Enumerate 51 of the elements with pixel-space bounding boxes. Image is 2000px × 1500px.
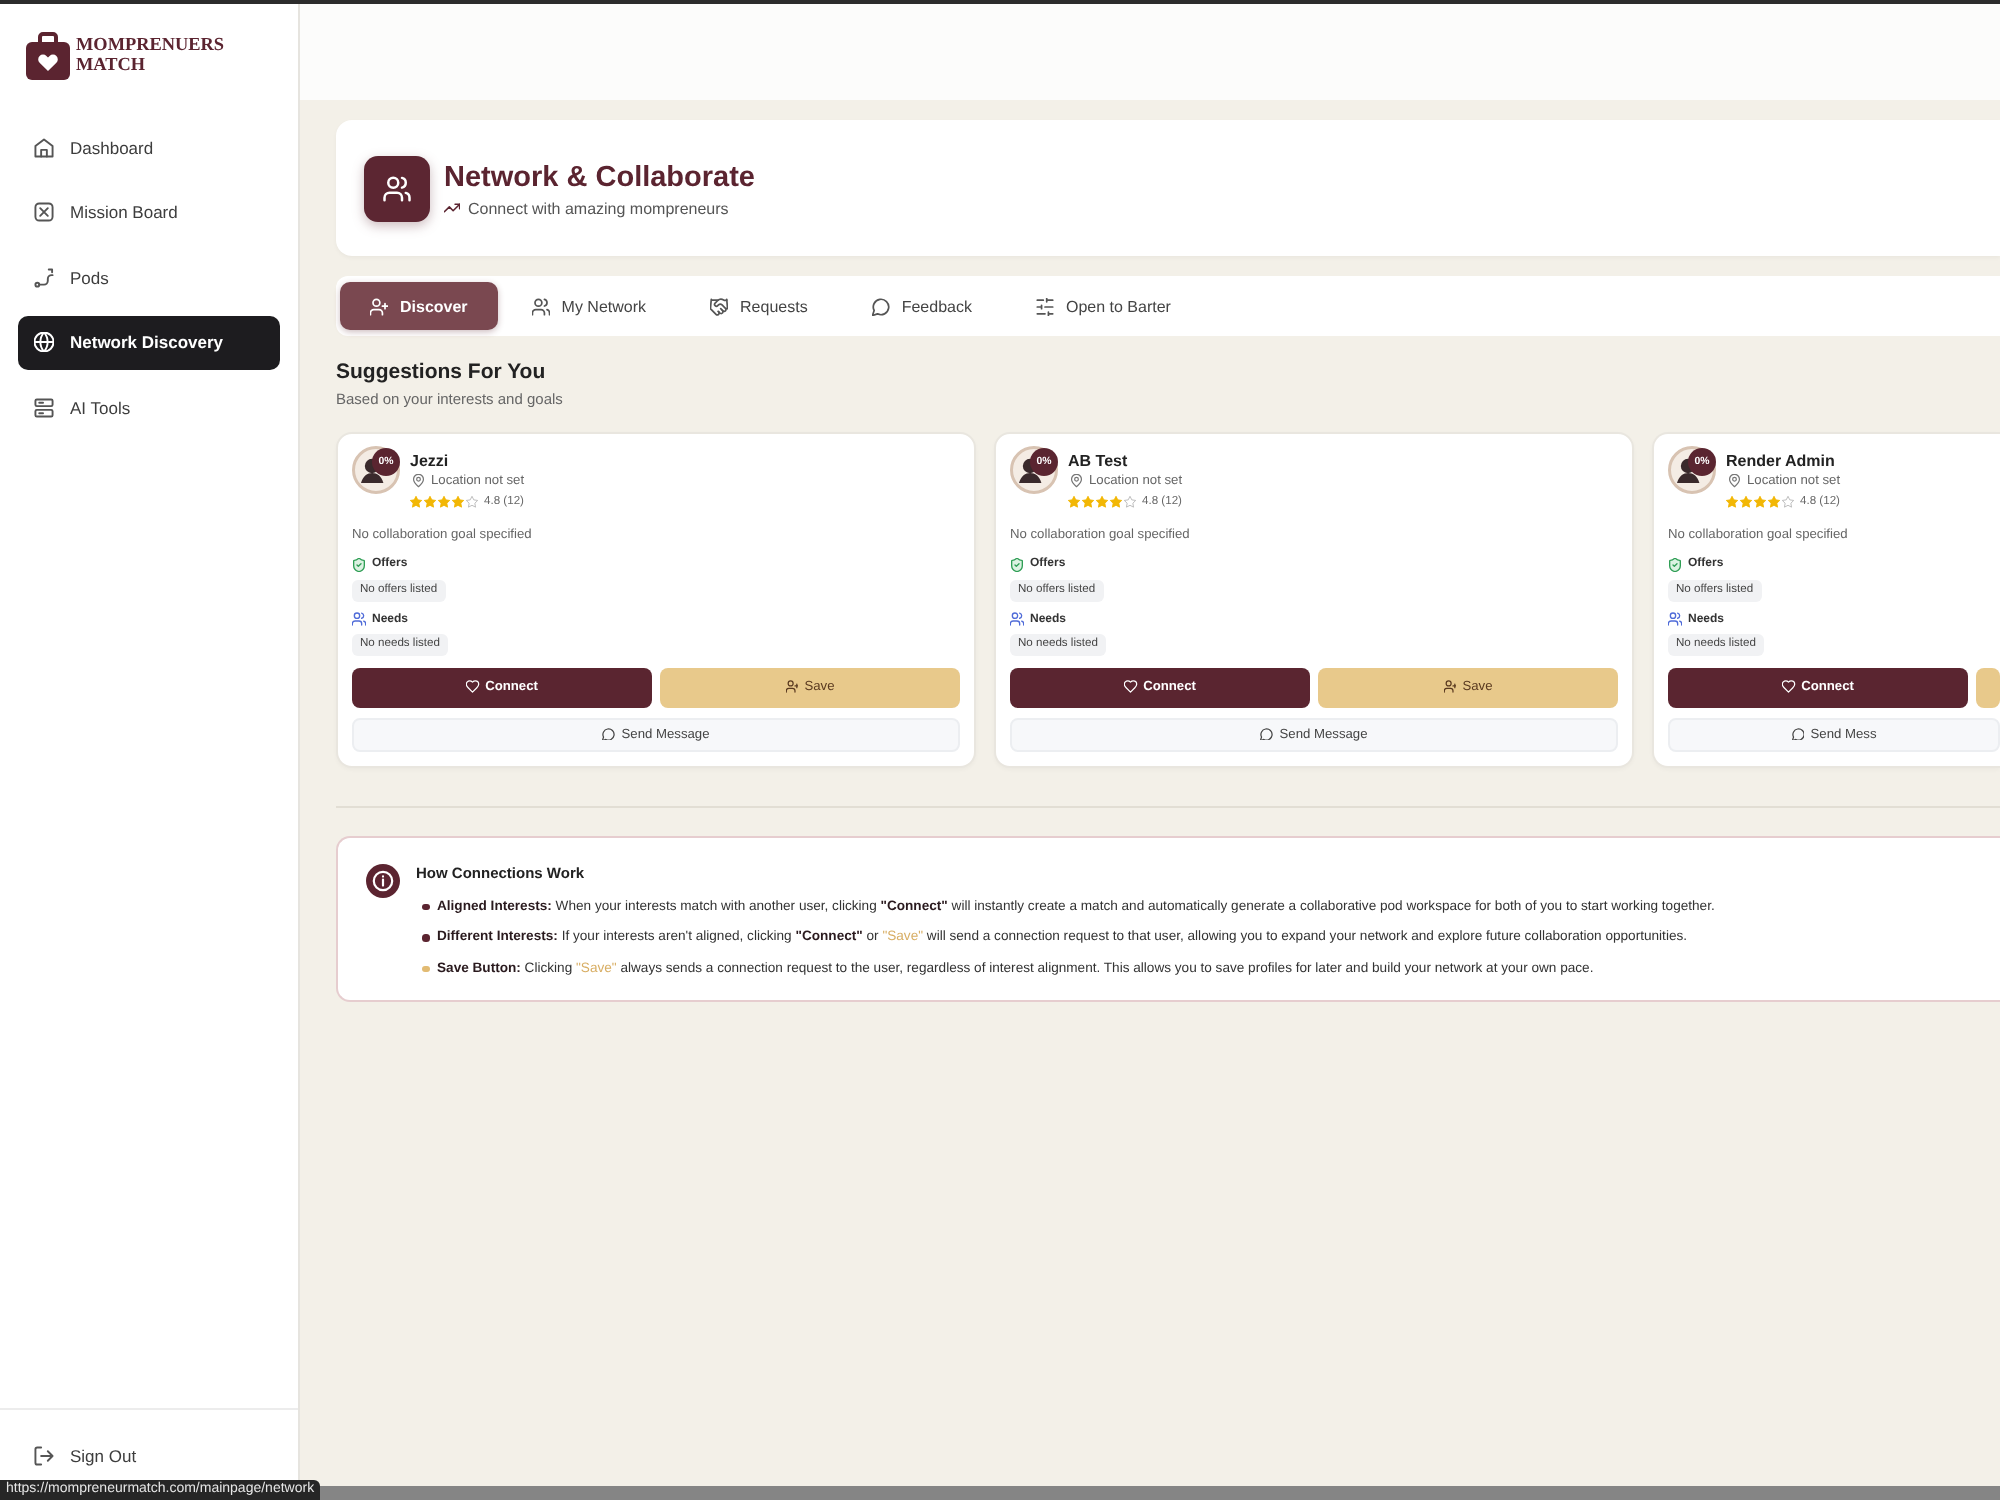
info-icon [366, 863, 400, 897]
user-plus-icon [785, 680, 799, 694]
sidebar-item[interactable]: Pods [18, 250, 280, 304]
trend-up-icon [444, 200, 460, 216]
sidebar-item[interactable]: Network Discovery [18, 315, 280, 369]
heart-icon [1782, 680, 1796, 694]
location-pin-icon [1728, 474, 1741, 488]
sliders-icon [1035, 297, 1054, 315]
heart-icon [1124, 680, 1138, 694]
shield-check-icon [352, 557, 366, 571]
section-title: Suggestions For You [336, 360, 548, 386]
shield-check-icon [1010, 557, 1024, 571]
users-icon [352, 612, 366, 626]
tab[interactable]: Requests [680, 282, 838, 330]
handshake-icon [710, 297, 729, 315]
chat-bubble-icon [1260, 727, 1274, 741]
location-pin-icon [1070, 474, 1083, 488]
brand-name: MOMPRENUERS MATCH [76, 36, 225, 74]
heart-icon [466, 680, 480, 694]
server-icon [34, 397, 54, 417]
user-plus-icon [1443, 680, 1457, 694]
users-icon [364, 155, 430, 221]
home-icon [34, 137, 54, 157]
page-subtitle: Connect with amazing mompreneurs [468, 199, 729, 217]
tab[interactable]: Open to Barter [1005, 282, 1201, 330]
profile-name: AB Test [1068, 449, 1130, 471]
sidebar-item[interactable]: AI Tools [18, 380, 280, 434]
route-icon [34, 267, 54, 287]
sign-out-button[interactable]: Sign Out [18, 1428, 280, 1482]
chat-bubble-icon [602, 727, 616, 741]
user-plus-icon [370, 297, 388, 315]
profile-name: Render Admin [1726, 449, 1837, 471]
page-title: Network & Collaborate [444, 159, 755, 195]
users-icon [1668, 612, 1682, 626]
location-pin-icon [412, 474, 425, 488]
sidebar-item[interactable]: Mission Board [18, 185, 280, 239]
sidebar-item[interactable]: Dashboard [18, 120, 280, 174]
shield-check-icon [1668, 557, 1682, 571]
chat-bubble-icon [1791, 727, 1805, 741]
tab[interactable]: My Network [501, 282, 677, 330]
bag-icon [26, 30, 70, 80]
sign-out-icon [34, 1445, 54, 1465]
globe-icon [34, 332, 54, 352]
x-square-icon [34, 202, 54, 222]
users-icon [531, 297, 550, 315]
save-button[interactable] [1976, 667, 2000, 707]
tab[interactable]: Feedback [841, 282, 1002, 330]
users-icon [1010, 612, 1024, 626]
profile-name: Jezzi [410, 449, 451, 471]
tab[interactable]: Discover [340, 282, 498, 330]
chat-bubble-icon [871, 297, 890, 315]
